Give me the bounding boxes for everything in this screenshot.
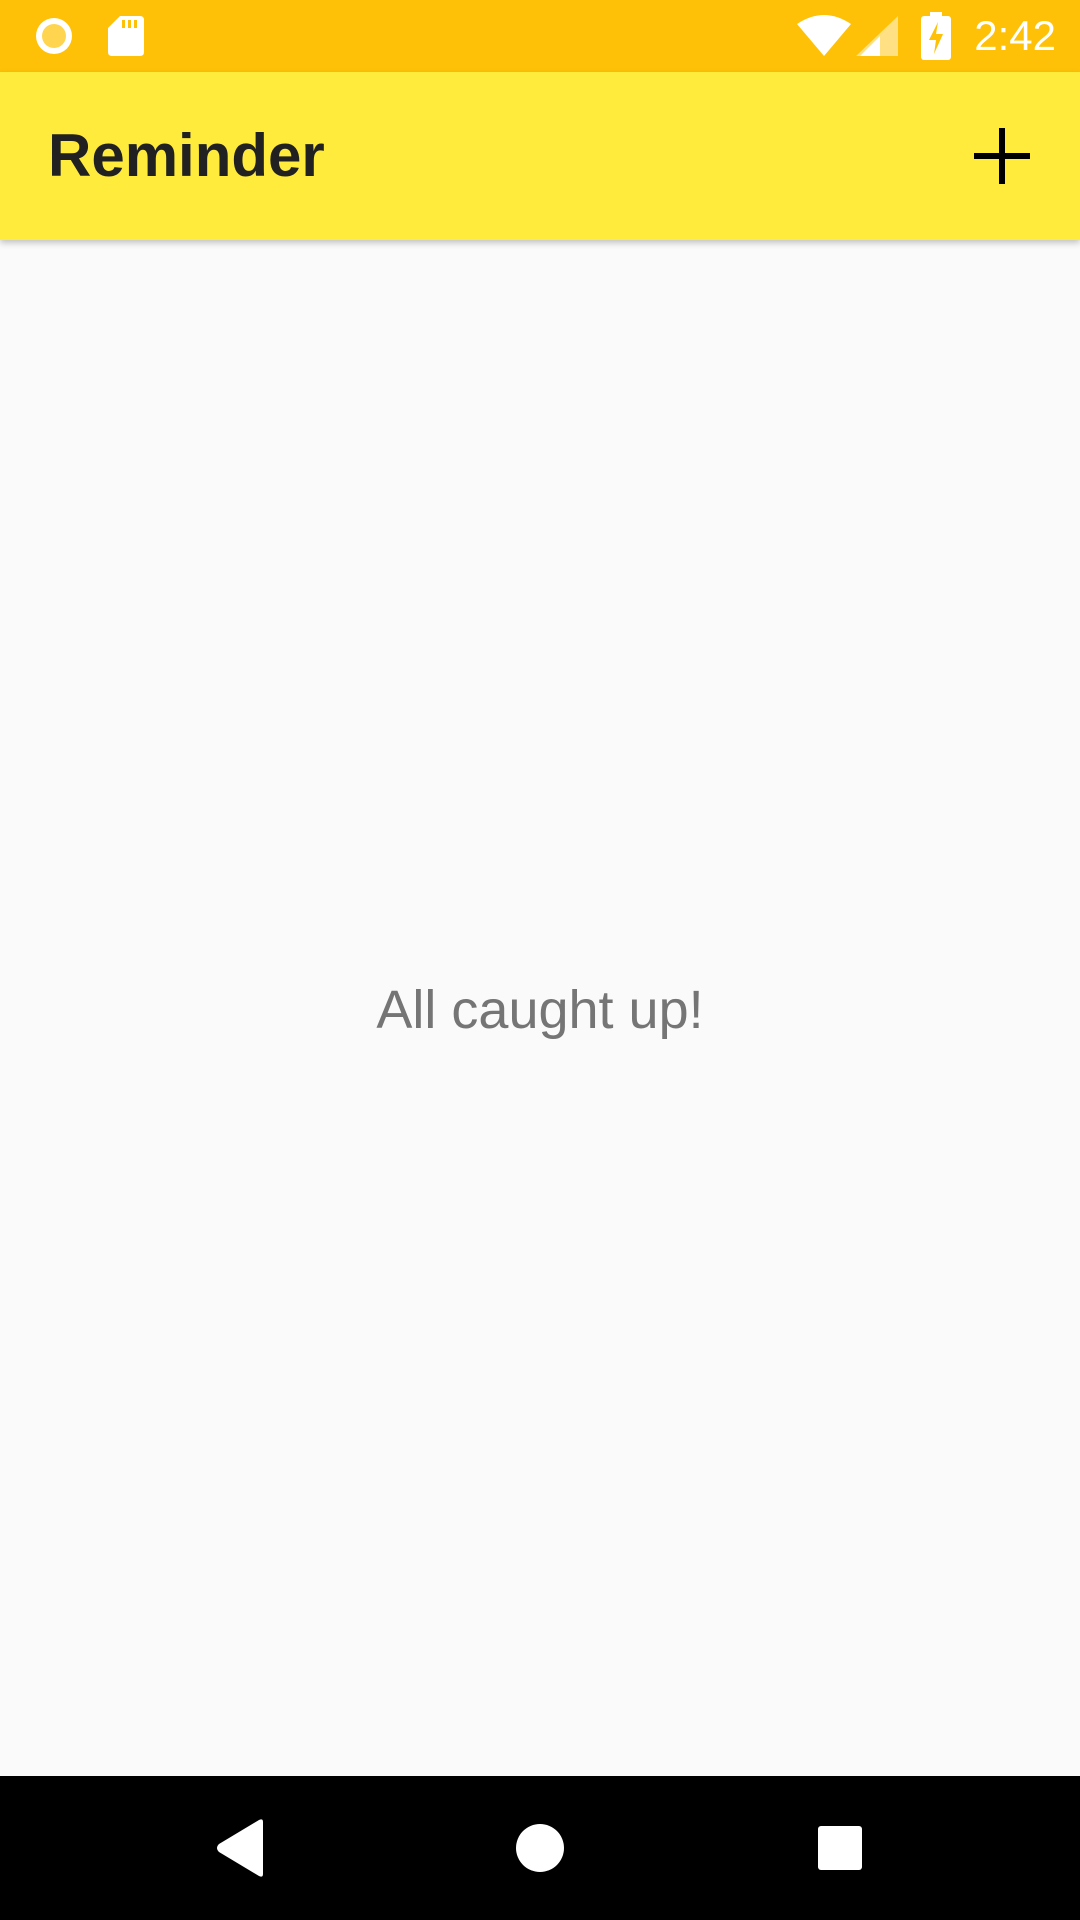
status-bar: 2:42 bbox=[0, 0, 1080, 72]
wifi-icon bbox=[797, 15, 851, 56]
app-title: Reminder bbox=[48, 122, 325, 189]
empty-state-message: All caught up! bbox=[376, 980, 704, 1040]
home-icon[interactable] bbox=[504, 1812, 576, 1884]
screen: 2:42 Reminder All caught up! bbox=[0, 0, 1080, 1920]
record-circle-icon bbox=[36, 18, 72, 54]
sd-card-icon bbox=[108, 16, 144, 56]
add-icon[interactable] bbox=[954, 108, 1050, 204]
recents-icon[interactable] bbox=[804, 1812, 876, 1884]
back-icon[interactable] bbox=[205, 1812, 277, 1884]
navigation-bar bbox=[0, 1776, 1080, 1920]
reminder-list: All caught up! bbox=[0, 240, 1080, 1776]
battery-charging-icon bbox=[921, 12, 951, 60]
cell-signal-icon bbox=[856, 16, 898, 56]
status-time: 2:42 bbox=[974, 12, 1056, 59]
app-bar: Reminder bbox=[0, 72, 1080, 240]
